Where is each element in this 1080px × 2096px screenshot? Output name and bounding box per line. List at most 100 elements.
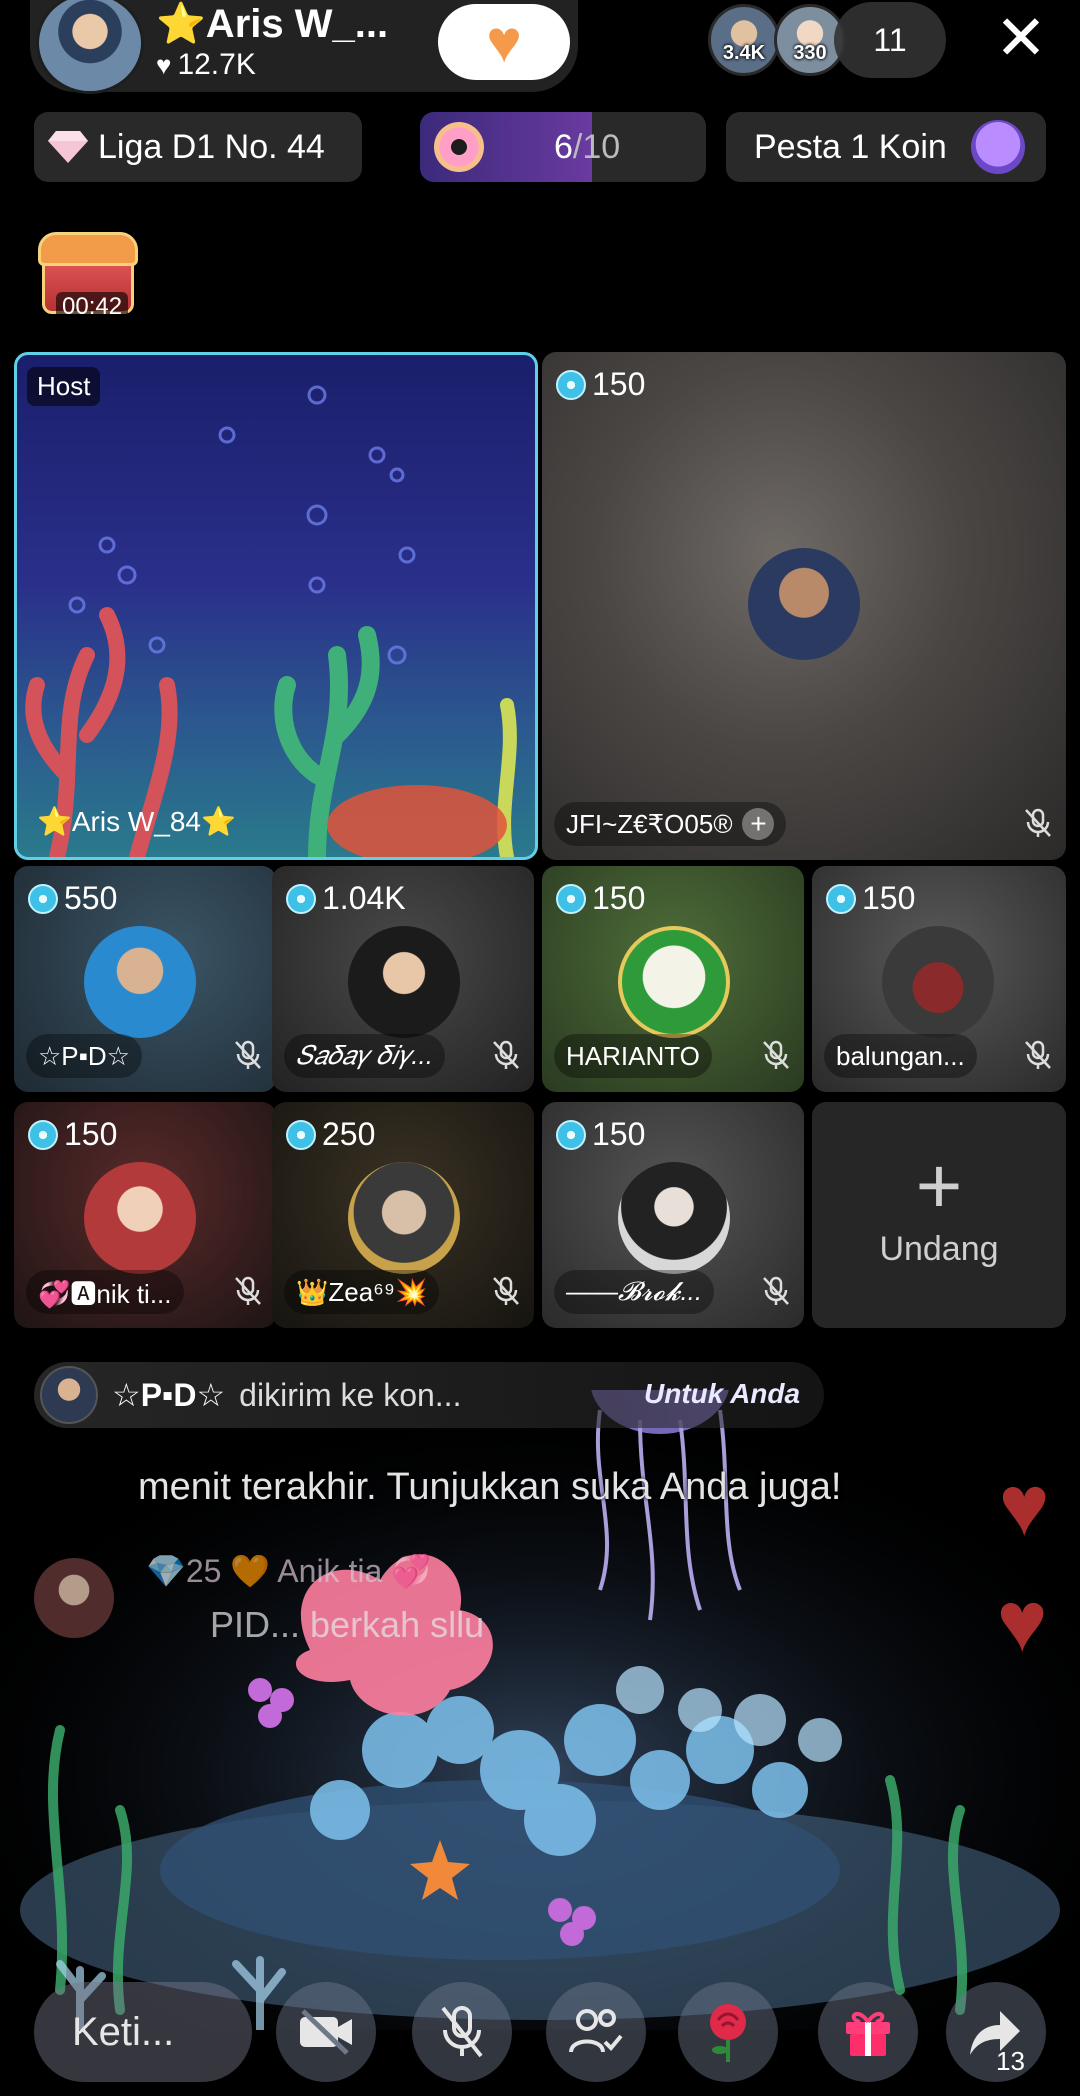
guest-avatar[interactable] [348,1162,460,1274]
seat-guest[interactable]: 150 HARIANTO [542,866,804,1092]
coin-icon [28,883,58,914]
seat-host[interactable]: Host ⭐Aris W_84⭐ [14,352,538,860]
seat-name: 👑Zea⁶⁹💥 [284,1270,440,1314]
guests-button[interactable] [546,1982,646,2082]
coin-badge: 150 [826,880,915,917]
coin-count: 150 [862,880,916,916]
follow-button[interactable]: ♥ 4 [438,4,570,80]
host-likes-count: 12.7K [177,48,256,81]
coin-party-pill[interactable]: Pesta 1 Koin [726,112,1046,182]
chat-username: 💎25 🧡 Anik tia 💞 [146,1553,431,1589]
diamond-icon [48,129,88,165]
seat-name: ☆P▪D☆ [26,1034,142,1078]
follow-count: 4 [512,53,525,78]
seat-name: JFI~Z€₹O05® [566,808,733,839]
gift-sender-avatar [40,1366,98,1424]
mic-off-icon [493,1276,519,1305]
gift-text: dikirim ke kon... [239,1376,462,1413]
share-count: 13 [996,2046,1025,2076]
coin-icon [556,883,586,914]
gift-box-icon [846,2011,890,2056]
party-label: Pesta 1 Koin [754,127,947,166]
invite-seat-button[interactable]: + Undang [812,1102,1066,1328]
gift-button[interactable] [818,1982,918,2082]
mic-off-icon [1025,1040,1051,1069]
chest-timer: 00:42 [56,292,129,322]
top-viewer-avatar[interactable] [708,4,780,76]
seat-guest[interactable]: 150 balungan... [812,866,1066,1092]
mic-off-icon [763,1276,789,1305]
invite-label: Undang [879,1230,999,1268]
floating-heart-icon: ♥ [998,1458,1050,1554]
host-tag: Host [27,367,101,406]
mic-off-icon [235,1040,261,1069]
mic-off-icon [763,1040,789,1069]
floating-heart-icon: ♥ [996,1574,1048,1670]
guest-avatar[interactable] [84,926,196,1038]
seat-name: balungan... [824,1034,977,1078]
coin-count: 150 [592,1116,646,1152]
league-rank-pill[interactable]: Liga D1 No. 44 [34,112,362,182]
coin-badge: 150 [556,366,645,403]
coin-count: 150 [592,366,646,402]
seat-name: HARIANTO [554,1034,712,1078]
mic-off-icon [1025,808,1051,837]
mic-off-icon [493,1040,519,1069]
seat-guest[interactable]: 150 ——𝓑𝓻𝓸𝓴... [542,1102,804,1328]
guest-avatar[interactable] [84,1162,196,1274]
coin-badge: 1.04K [286,880,406,917]
mic-off-icon [235,1276,261,1305]
coin-icon [286,883,316,914]
people-check-icon [569,2009,623,2053]
aquarium-background [25,385,517,857]
comment-input[interactable]: Keti... [34,1982,252,2082]
event-progress-total: /10 [572,128,621,166]
rose-gift-button[interactable] [678,1982,778,2082]
camera-off-icon [300,2009,352,2055]
coin-icon [286,1119,316,1150]
follow-plus-icon[interactable]: + [742,808,775,840]
seat-guest[interactable]: 150 💞🅰nik ti... [14,1102,276,1328]
seat-guest[interactable]: 550 ☆P▪D☆ [14,866,276,1092]
event-progress-pill[interactable]: 6/10 [420,112,706,182]
host-name: ⭐Aris W_... [156,2,389,46]
coin-icon [556,1119,586,1150]
seat-guest[interactable]: 250 👑Zea⁶⁹💥 [272,1102,534,1328]
event-progress-text: 6/10 [554,128,620,167]
coin-icon [826,883,856,914]
seat-name: 𝑆𝑎𝛿𝑎𝛾 𝛿𝑖𝛾... [284,1034,445,1078]
seat-name: 💞🅰nik ti... [26,1270,184,1314]
seat-name: ——𝓑𝓻𝓸𝓴... [554,1270,715,1314]
guest-avatar[interactable] [882,926,994,1038]
chat-message: PID... berkah sllu [210,1604,485,1645]
guest-avatar[interactable] [348,926,460,1038]
plus-icon: + [915,1141,963,1230]
heart-icon: ♥ 4 [472,12,536,79]
chat-message: menit terakhir. Tunjukkan suka Anda juga… [138,1466,842,1508]
viewer-count-button[interactable]: 11 [834,2,946,78]
coin-count: 150 [592,880,646,916]
piggy-bank-icon [970,120,1025,174]
chat-avatar[interactable] [34,1558,114,1638]
heart-icon: ♥ [156,49,172,80]
camera-off-button[interactable] [276,1982,376,2082]
seat-guest[interactable]: 1.04K 𝑆𝑎𝛿𝑎𝛾 𝛿𝑖𝛾... [272,866,534,1092]
coin-badge: 150 [556,880,645,917]
rose-icon [710,2004,746,2062]
for-you-label: Untuk Anda [644,1378,801,1409]
coin-badge: 150 [28,1116,117,1153]
close-button[interactable]: ✕ [990,8,1052,70]
coin-count: 150 [64,1116,118,1152]
event-progress-current: 6 [554,128,573,166]
seat-name-pill[interactable]: JFI~Z€₹O05® + [554,802,787,846]
guest-avatar[interactable] [748,548,860,660]
guest-avatar[interactable] [618,926,730,1038]
league-label: Liga D1 No. 44 [98,127,325,166]
viewer-score-badge: 3.4K [722,42,766,64]
coin-badge: 250 [286,1116,375,1153]
coin-count: 550 [64,880,118,916]
mic-off-button[interactable] [412,1982,512,2082]
seat-guest[interactable]: 150 JFI~Z€₹O05® + [542,352,1066,860]
coin-count: 250 [322,1116,376,1152]
guest-avatar[interactable] [618,1162,730,1274]
